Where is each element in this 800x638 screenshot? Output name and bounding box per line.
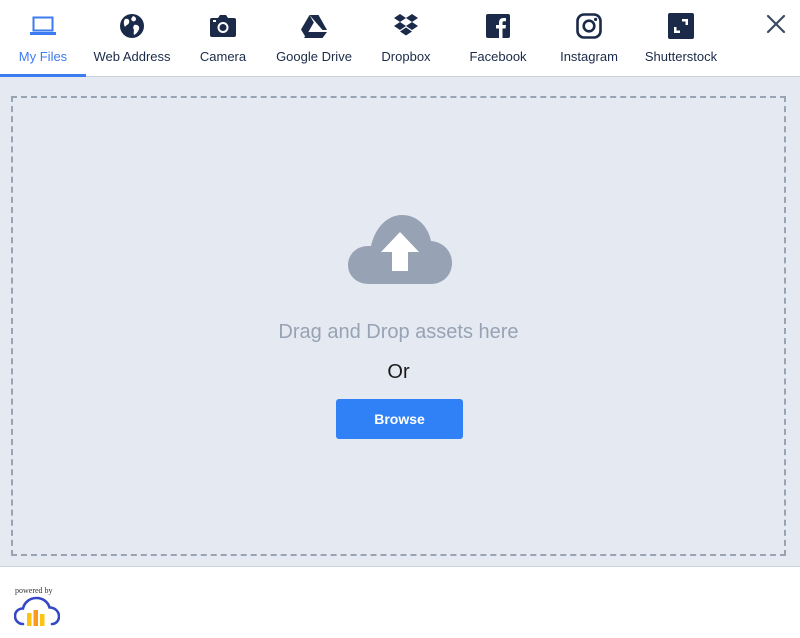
facebook-icon (484, 12, 512, 40)
tab-label: Dropbox (381, 49, 431, 64)
drag-drop-hint: Drag and Drop assets here (278, 321, 519, 343)
close-icon (766, 14, 786, 39)
powered-by-label: powered by (15, 586, 53, 595)
source-tab-bar: My Files Web Address Camera Google Drive… (0, 0, 800, 77)
browse-button[interactable]: Browse (336, 399, 463, 439)
tab-label: Web Address (93, 49, 171, 64)
laptop-icon (29, 12, 57, 40)
close-button[interactable] (762, 12, 790, 40)
tab-label: Facebook (469, 49, 527, 64)
tab-google-drive[interactable]: Google Drive (268, 0, 360, 76)
instagram-icon (575, 12, 603, 40)
tab-web-address[interactable]: Web Address (86, 0, 178, 76)
tab-label: Shutterstock (644, 49, 718, 64)
tab-my-files[interactable]: My Files (0, 0, 86, 77)
tab-label: Instagram (560, 49, 618, 64)
tab-camera[interactable]: Camera (178, 0, 268, 76)
tab-label: Camera (199, 49, 247, 64)
globe-icon (118, 12, 146, 40)
or-separator: Or (387, 361, 410, 383)
cloud-upload-icon (347, 214, 453, 291)
shutterstock-icon (667, 12, 695, 40)
tab-instagram[interactable]: Instagram (544, 0, 634, 76)
camera-icon (209, 12, 237, 40)
dropbox-icon (392, 12, 420, 40)
google-drive-icon (300, 12, 328, 40)
tab-facebook[interactable]: Facebook (452, 0, 544, 76)
tab-shutterstock[interactable]: Shutterstock (634, 0, 728, 76)
tab-label: My Files (18, 49, 68, 64)
tab-dropbox[interactable]: Dropbox (360, 0, 452, 76)
drop-zone[interactable]: Drag and Drop assets here Or Browse (11, 96, 786, 556)
tab-label: Google Drive (276, 49, 352, 64)
upload-panel: Drag and Drop assets here Or Browse (0, 77, 800, 567)
upload-widget: My Files Web Address Camera Google Drive… (0, 0, 800, 638)
footer: powered by (0, 568, 800, 638)
cloudinary-logo-icon[interactable] (13, 596, 61, 631)
